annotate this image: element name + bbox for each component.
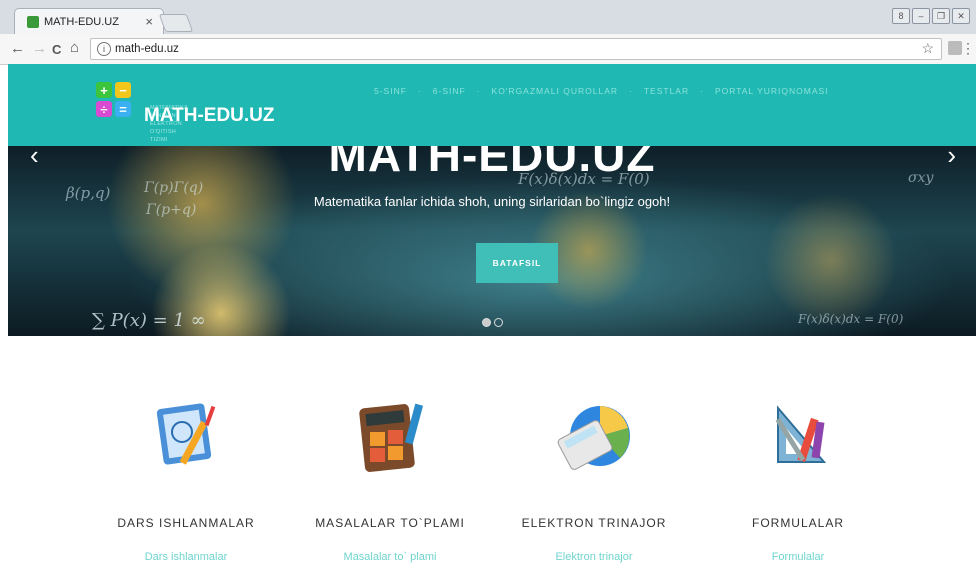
nav-separator: · (629, 86, 633, 96)
feature-link[interactable]: Masalalar to` plami (300, 551, 480, 563)
info-icon[interactable]: i (97, 41, 111, 56)
bookmark-star-icon[interactable]: ☆ (921, 40, 934, 57)
tab-title: MATH-EDU.UZ (44, 16, 119, 28)
geometry-tools-icon[interactable] (758, 398, 838, 478)
site-header: + − ÷ = MATEMATIKA FANIDAN ELEKTRON O'QI… (8, 64, 976, 146)
nav-separator: · (417, 86, 422, 96)
feature-link[interactable]: Elektron trinajor (504, 551, 684, 563)
maximize-button[interactable]: ❐ (932, 8, 950, 24)
home-button[interactable]: ⌂ (70, 39, 79, 56)
nav-item-portal-yuriqnomasi[interactable]: PORTAL YURIQNOMASI (715, 86, 829, 96)
feature-masalalar-toplami: MASALALAR TO`PLAMI Masalalar to` plami (300, 398, 480, 563)
reload-button[interactable]: C (52, 42, 61, 57)
feature-title: DARS ISHLANMALAR (117, 516, 255, 530)
close-window-button[interactable]: ✕ (952, 8, 970, 24)
feature-title: FORMULALAR (751, 516, 844, 530)
calculator-icon[interactable] (350, 398, 430, 478)
nav-separator: · (476, 86, 481, 96)
feature-elektron-trinajor: ELEKTRON TRINAJOR Elektron trinajor (504, 398, 684, 563)
nav-item-5-sinf[interactable]: 5-SINF (374, 86, 407, 96)
minimize-button[interactable]: – (912, 8, 930, 24)
slider-prev-icon[interactable]: ‹ (30, 146, 39, 171)
browser-menu-icon[interactable]: ⋮ (961, 40, 975, 57)
logo-divide-icon: ÷ (96, 101, 112, 117)
batafsil-button[interactable]: BATAFSIL (476, 243, 558, 283)
feature-link[interactable]: Formulalar (708, 551, 888, 563)
extension-icon[interactable] (948, 41, 962, 55)
browser-tab-bar: MATH-EDU.UZ × 8 – ❐ ✕ (0, 0, 976, 35)
slider-dots (482, 318, 503, 327)
url-input[interactable]: i math-edu.uz (90, 38, 942, 60)
forward-button[interactable]: → (32, 40, 47, 57)
trainer-calculator-icon[interactable] (554, 398, 634, 478)
nav-item-testlar[interactable]: TESTLAR (644, 86, 689, 96)
nav-item-korgazmali-qurollar[interactable]: KO'RGAZMALI QUROLLAR (492, 86, 618, 96)
logo-plus-icon: + (96, 82, 112, 98)
user-icon[interactable]: 8 (892, 8, 910, 24)
nav-item-6-sinf[interactable]: 6-SINF (433, 86, 466, 96)
slider-next-icon[interactable]: › (947, 146, 956, 171)
address-bar-row: ← → C ⌂ i math-edu.uz ☆ ⋮ (0, 34, 976, 65)
feature-formulalar: FORMULALAR Formulalar (708, 398, 888, 563)
browser-tab[interactable]: MATH-EDU.UZ × (14, 8, 164, 35)
hero-bg-formula: ∑ P(x) = 1 ∞ (92, 310, 206, 331)
feature-link[interactable]: Dars ishlanmalar (96, 551, 276, 563)
logo-minus-icon: − (115, 82, 131, 98)
hero-bg-formula: F(x)δ(x)dx = F(0) (798, 312, 904, 326)
url-text: math-edu.uz (115, 43, 179, 55)
tab-close-icon[interactable]: × (145, 14, 153, 29)
window-controls: 8 – ❐ ✕ (892, 8, 970, 24)
hero-slider: β(p,q) Γ(p)Γ(q) Γ(p+q) F(x)δ(x)dx = F(0)… (8, 146, 976, 336)
lesson-plans-icon[interactable] (146, 398, 226, 478)
hero-title: MATH-EDU.UZ (328, 146, 656, 181)
nav-separator: · (700, 86, 704, 96)
main-nav: 5-SINF · 6-SINF · KO'RGAZMALI QUROLLAR ·… (374, 86, 829, 96)
hero-subtitle: Matematika fanlar ichida shoh, uning sir… (313, 194, 671, 209)
slider-dot-1[interactable] (482, 318, 491, 327)
feature-dars-ishlanmalar: DARS ISHLANMALAR Dars ishlanmalar (96, 398, 276, 563)
feature-title: MASALALAR TO`PLAMI (315, 516, 465, 530)
back-button[interactable]: ← (10, 40, 25, 57)
new-tab-button[interactable] (158, 14, 194, 32)
site-favicon-icon (27, 16, 39, 28)
logo-title[interactable]: MATH-EDU.UZ (144, 105, 275, 127)
logo-equals-icon: = (115, 101, 131, 117)
feature-title: ELEKTRON TRINAJOR (521, 516, 667, 530)
slider-dot-2[interactable] (494, 318, 503, 327)
